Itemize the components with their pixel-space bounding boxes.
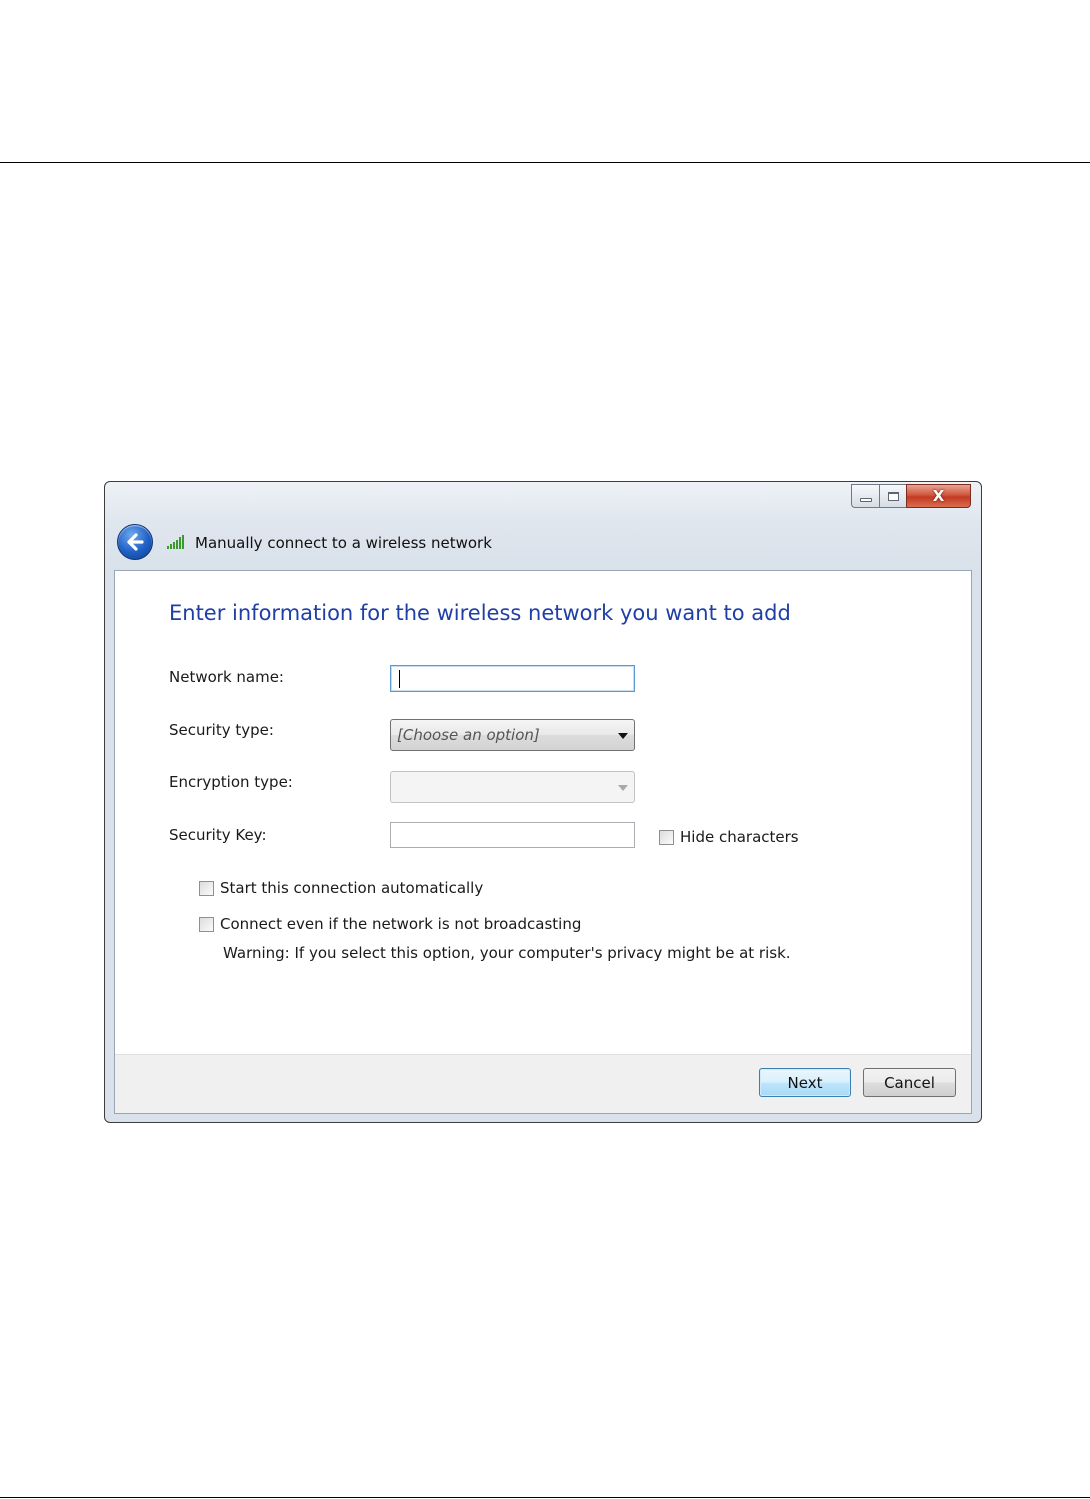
close-button[interactable]: X <box>906 484 971 508</box>
cancel-button[interactable]: Cancel <box>863 1068 956 1097</box>
encryption-type-select <box>390 771 635 803</box>
encryption-type-label: Encryption type: <box>169 773 293 791</box>
connect-not-broadcasting-option[interactable]: Connect even if the network is not broad… <box>199 915 581 933</box>
page-bottom-rule <box>0 1497 1090 1498</box>
page-top-rule <box>0 162 1090 163</box>
page-heading: Enter information for the wireless netwo… <box>169 601 791 625</box>
start-automatically-option[interactable]: Start this connection automatically <box>199 879 483 897</box>
wizard-window: X Manually connect to a wireless network… <box>104 481 982 1123</box>
back-button[interactable] <box>117 524 153 560</box>
security-type-value: [Choose an option] <box>397 726 540 744</box>
hide-characters-checkbox[interactable] <box>659 829 674 845</box>
privacy-warning: Warning: If you select this option, your… <box>223 944 791 962</box>
connect-not-broadcasting-checkbox[interactable] <box>199 916 214 932</box>
window-title: Manually connect to a wireless network <box>195 534 492 552</box>
security-key-input[interactable] <box>390 822 635 848</box>
security-type-label: Security type: <box>169 721 274 739</box>
text-caret <box>399 670 400 688</box>
back-arrow-icon <box>127 533 144 551</box>
wireless-signal-icon <box>167 535 184 549</box>
next-button[interactable]: Next <box>759 1068 851 1097</box>
close-icon: X <box>932 486 945 505</box>
connect-not-broadcasting-label: Connect even if the network is not broad… <box>220 915 582 933</box>
start-automatically-checkbox[interactable] <box>199 880 214 896</box>
wizard-footer: Next Cancel <box>115 1054 971 1113</box>
maximize-button[interactable] <box>879 484 906 508</box>
start-automatically-label: Start this connection automatically <box>220 879 484 897</box>
minimize-icon <box>859 498 872 502</box>
hide-characters-label: Hide characters <box>680 828 799 846</box>
wizard-content: Enter information for the wireless netwo… <box>114 570 972 1114</box>
dropdown-arrow-icon <box>618 733 628 739</box>
security-type-select[interactable]: [Choose an option] <box>390 719 635 751</box>
minimize-button[interactable] <box>851 484 879 508</box>
security-key-label: Security Key: <box>169 826 267 844</box>
hide-characters-option[interactable]: Hide characters <box>659 828 799 846</box>
dropdown-arrow-icon <box>618 785 628 791</box>
network-name-input[interactable] <box>390 665 635 692</box>
network-name-label: Network name: <box>169 668 284 686</box>
maximize-icon <box>887 491 899 501</box>
caption-buttons: X <box>851 484 971 508</box>
